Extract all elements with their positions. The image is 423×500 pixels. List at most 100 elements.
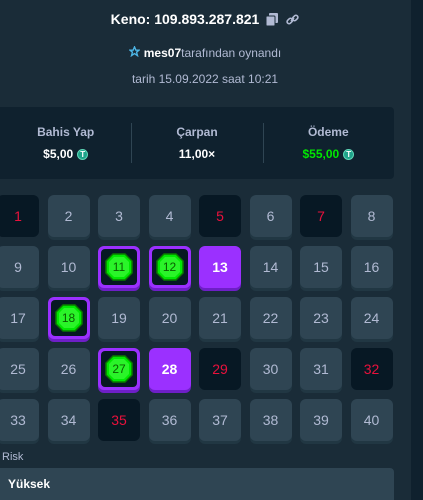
keno-tile-6[interactable]: 6	[249, 195, 292, 237]
link-icon[interactable]	[285, 12, 299, 26]
tile-number: 10	[60, 259, 77, 275]
tile-number: 26	[60, 361, 77, 377]
tile-number: 9	[14, 259, 22, 275]
tile-number: 12	[162, 260, 177, 274]
gem-icon: 27	[105, 355, 133, 383]
keno-tile-16[interactable]: 16	[350, 246, 393, 288]
keno-tile-21[interactable]: 21	[199, 297, 241, 339]
keno-tile-25[interactable]: 25	[0, 348, 39, 390]
copy-icon[interactable]	[265, 12, 279, 26]
keno-tile-5[interactable]: 5	[199, 195, 241, 237]
keno-tile-30[interactable]: 30	[249, 348, 292, 390]
keno-tile-32[interactable]: 32	[350, 348, 393, 390]
tile-number: 4	[165, 208, 174, 224]
tile-number: 30	[262, 361, 279, 377]
keno-tile-35[interactable]: 35	[98, 399, 140, 441]
gem-icon: 12	[155, 253, 184, 281]
risk-select[interactable]: Yüksek	[0, 468, 394, 500]
keno-tile-33[interactable]: 33	[0, 399, 39, 441]
keno-tile-4[interactable]: 4	[148, 195, 191, 237]
keno-tile-20[interactable]: 20	[148, 297, 191, 339]
keno-tile-15[interactable]: 15	[300, 246, 342, 288]
keno-tile-1[interactable]: 1	[0, 195, 39, 237]
tile-number: 35	[111, 412, 127, 428]
currency-coin-icon: T	[77, 148, 89, 160]
keno-tile-26[interactable]: 26	[47, 348, 90, 390]
risk-label: Risk	[2, 451, 24, 463]
tile-number: 15	[313, 259, 329, 275]
tile-number: 39	[313, 412, 329, 428]
tile-number: 8	[367, 208, 376, 224]
tile-number: 31	[313, 361, 329, 377]
keno-tile-29[interactable]: 29	[199, 348, 241, 390]
multiplier-label: Çarpan	[176, 125, 218, 139]
keno-tile-31[interactable]: 31	[300, 348, 342, 390]
keno-tile-7[interactable]: 7	[300, 195, 342, 237]
keno-tile-27[interactable]: 27	[98, 348, 140, 390]
keno-tile-10[interactable]: 10	[47, 246, 90, 288]
keno-tile-39[interactable]: 39	[300, 399, 342, 441]
tile-number: 2	[64, 208, 73, 224]
tile-number: 27	[112, 362, 126, 376]
keno-tile-12[interactable]: 12	[148, 246, 191, 288]
tile-number: 11	[112, 260, 126, 274]
tile-inner: 11	[101, 249, 137, 285]
keno-tile-34[interactable]: 34	[47, 399, 90, 441]
keno-tile-28[interactable]: 28	[148, 348, 191, 390]
keno-tile-36[interactable]: 36	[148, 399, 191, 441]
tile-number: 3	[115, 208, 123, 224]
tile-number: 33	[10, 412, 26, 428]
keno-tile-14[interactable]: 14	[249, 246, 292, 288]
tile-number: 29	[212, 361, 228, 377]
keno-tile-37[interactable]: 37	[199, 399, 241, 441]
played-by-text: tarafından oynandı	[181, 46, 282, 60]
tile-number: 18	[61, 311, 76, 325]
keno-tile-8[interactable]: 8	[350, 195, 393, 237]
currency-coin-icon: T	[343, 148, 355, 160]
keno-tile-23[interactable]: 23	[300, 297, 342, 339]
tile-number: 34	[60, 412, 77, 428]
tile-number: 32	[363, 361, 380, 377]
keno-board: 1 2 3 4 5 6 7 8 9 10 11 12 13 14 15 16 17 18 19 20 21 22 23 24 2…	[0, 195, 393, 441]
tile-number: 24	[363, 310, 380, 326]
tile-inner: 12	[151, 249, 188, 285]
player-name[interactable]: mes07	[144, 46, 181, 60]
tile-number: 28	[161, 361, 178, 377]
multiplier-stat: Çarpan 11,00×	[131, 107, 262, 179]
tile-number: 21	[212, 310, 228, 326]
multiplier-value: 11,00×	[178, 147, 216, 161]
keno-tile-3[interactable]: 3	[98, 195, 140, 237]
tile-number: 23	[313, 310, 329, 326]
tile-number: 36	[161, 412, 178, 428]
keno-tile-2[interactable]: 2	[47, 195, 90, 237]
keno-tile-38[interactable]: 38	[249, 399, 292, 441]
bet-details-header: Keno: 109.893.287.821 mes07tarafından oy…	[0, 0, 410, 100]
keno-tile-11[interactable]: 11	[98, 246, 140, 288]
tile-number: 25	[10, 361, 26, 377]
tile-number: 5	[216, 208, 224, 224]
tile-number: 17	[10, 310, 26, 326]
tile-number: 19	[111, 310, 127, 326]
keno-tile-22[interactable]: 22	[249, 297, 292, 339]
keno-tile-13[interactable]: 13	[199, 246, 241, 288]
keno-tile-18[interactable]: 18	[47, 297, 90, 339]
star-icon	[127, 45, 141, 60]
tile-number: 40	[363, 412, 380, 428]
keno-tile-40[interactable]: 40	[350, 399, 393, 441]
tile-number: 14	[262, 259, 279, 275]
keno-tile-17[interactable]: 17	[0, 297, 39, 339]
tile-number: 13	[212, 259, 228, 275]
payout-value: $55,00	[302, 147, 340, 161]
tile-inner: 27	[101, 351, 137, 387]
right-edge-strip	[411, 0, 423, 500]
bet-amount-stat: Bahis Yap $5,00 T	[0, 107, 131, 179]
keno-tile-24[interactable]: 24	[350, 297, 393, 339]
tile-number: 38	[262, 412, 279, 428]
tile-number: 7	[317, 208, 325, 224]
tile-inner: 18	[50, 300, 87, 336]
keno-tile-19[interactable]: 19	[98, 297, 140, 339]
bet-amount-label: Bahis Yap	[37, 125, 95, 139]
gem-icon: 11	[105, 253, 133, 281]
title-row: Keno: 109.893.287.821	[0, 11, 410, 27]
keno-tile-9[interactable]: 9	[0, 246, 39, 288]
